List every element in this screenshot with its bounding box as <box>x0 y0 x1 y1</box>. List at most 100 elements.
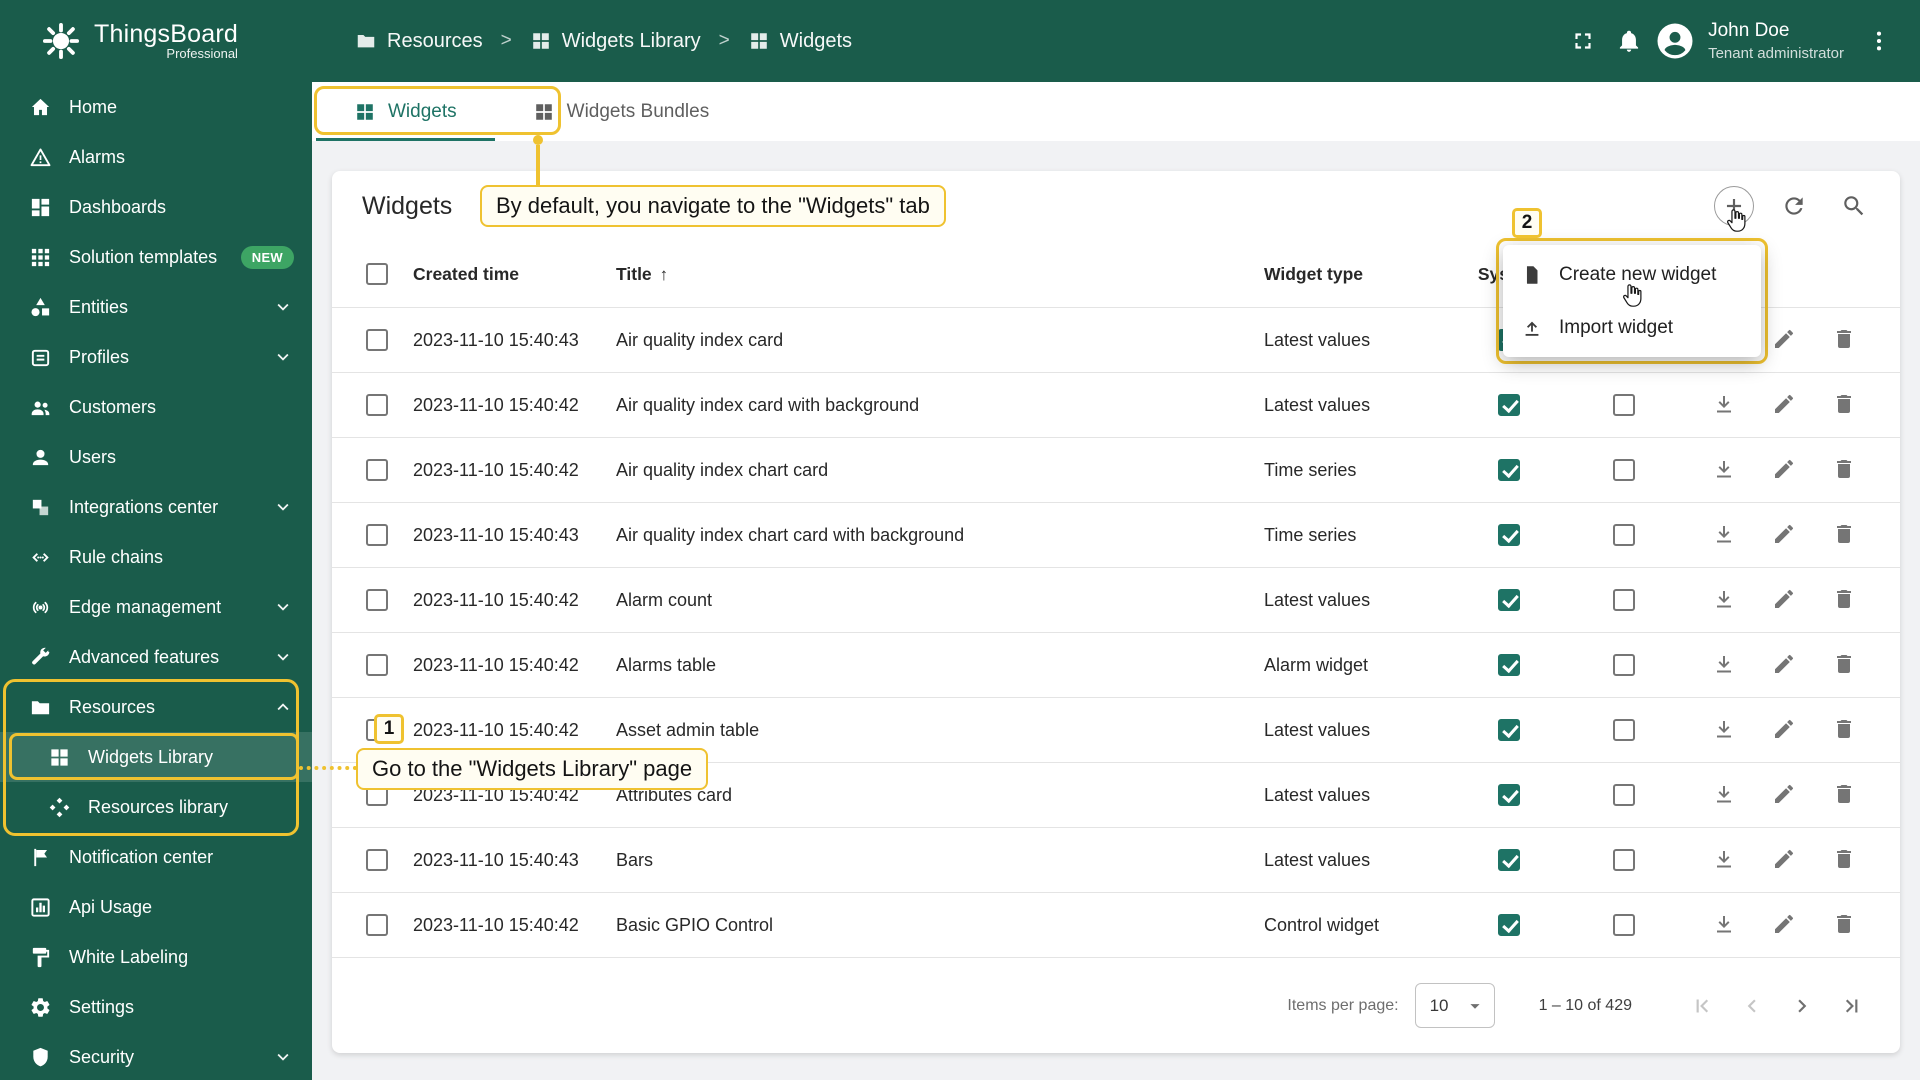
system-checkbox[interactable] <box>1498 394 1520 416</box>
sidebar-item-notification-center[interactable]: Notification center <box>0 832 312 882</box>
sidebar-item-alarms[interactable]: Alarms <box>0 132 312 182</box>
system-checkbox[interactable] <box>1498 914 1520 936</box>
edit-widget-button[interactable] <box>1772 327 1796 354</box>
edit-widget-button[interactable] <box>1772 782 1796 809</box>
download-widget-button[interactable] <box>1712 782 1736 809</box>
deprecated-checkbox[interactable] <box>1613 654 1635 676</box>
edit-widget-button[interactable] <box>1772 522 1796 549</box>
row-checkbox[interactable] <box>366 849 388 871</box>
system-checkbox[interactable] <box>1498 589 1520 611</box>
fullscreen-button[interactable] <box>1560 18 1606 64</box>
system-checkbox[interactable] <box>1498 849 1520 871</box>
brand-logo[interactable]: ThingsBoard Professional <box>0 0 312 82</box>
select-all-checkbox[interactable] <box>366 263 388 285</box>
sidebar-item-customers[interactable]: Customers <box>0 382 312 432</box>
breadcrumb-resources[interactable]: Resources <box>355 30 483 53</box>
delete-widget-button[interactable] <box>1832 912 1856 939</box>
download-widget-button[interactable] <box>1712 847 1736 874</box>
sidebar-item-white-labeling[interactable]: White Labeling <box>0 932 312 982</box>
row-checkbox[interactable] <box>366 524 388 546</box>
sidebar-item-home[interactable]: Home <box>0 82 312 132</box>
delete-widget-button[interactable] <box>1832 652 1856 679</box>
sidebar-item-profiles[interactable]: Profiles <box>0 332 312 382</box>
sidebar-item-integrations-center[interactable]: Integrations center <box>0 482 312 532</box>
row-checkbox[interactable] <box>366 654 388 676</box>
refresh-button[interactable] <box>1774 186 1814 226</box>
sidebar-item-advanced-features[interactable]: Advanced features <box>0 632 312 682</box>
download-widget-button[interactable] <box>1712 587 1736 614</box>
sidebar-item-settings[interactable]: Settings <box>0 982 312 1032</box>
deprecated-checkbox[interactable] <box>1613 589 1635 611</box>
system-checkbox[interactable] <box>1498 784 1520 806</box>
tab-widgets[interactable]: Widgets <box>316 82 495 141</box>
menu-item-import-widget[interactable]: Import widget <box>1503 301 1761 354</box>
table-row[interactable]: 2023-11-10 15:40:43 Bars Latest values <box>332 828 1900 893</box>
previous-page-button[interactable] <box>1730 984 1774 1028</box>
tab-widgets-bundles[interactable]: Widgets Bundles <box>495 82 748 141</box>
items-per-page-select[interactable]: 10 <box>1414 983 1495 1028</box>
deprecated-checkbox[interactable] <box>1613 784 1635 806</box>
sidebar-item-users[interactable]: Users <box>0 432 312 482</box>
column-widget-type[interactable]: Widget type <box>1264 264 1464 285</box>
deprecated-checkbox[interactable] <box>1613 459 1635 481</box>
column-title[interactable]: Title ↑ <box>616 264 1264 285</box>
delete-widget-button[interactable] <box>1832 782 1856 809</box>
table-row[interactable]: 2023-11-10 15:40:42 Alarms table Alarm wid… <box>332 633 1900 698</box>
notifications-button[interactable] <box>1606 18 1652 64</box>
delete-widget-button[interactable] <box>1832 717 1856 744</box>
sidebar-item-dashboards[interactable]: Dashboards <box>0 182 312 232</box>
sidebar-item-rule-chains[interactable]: Rule chains <box>0 532 312 582</box>
sidebar-item-entities[interactable]: Entities <box>0 282 312 332</box>
row-checkbox[interactable] <box>366 329 388 351</box>
download-widget-button[interactable] <box>1712 717 1736 744</box>
deprecated-checkbox[interactable] <box>1613 524 1635 546</box>
sidebar-item-api-usage[interactable]: Api Usage <box>0 882 312 932</box>
edit-widget-button[interactable] <box>1772 847 1796 874</box>
first-page-button[interactable] <box>1680 984 1724 1028</box>
row-checkbox[interactable] <box>366 914 388 936</box>
delete-widget-button[interactable] <box>1832 522 1856 549</box>
table-row[interactable]: 2023-11-10 15:40:42 Alarm count Latest val… <box>332 568 1900 633</box>
add-widget-button[interactable] <box>1714 186 1754 226</box>
system-checkbox[interactable] <box>1498 654 1520 676</box>
next-page-button[interactable] <box>1780 984 1824 1028</box>
delete-widget-button[interactable] <box>1832 392 1856 419</box>
download-widget-button[interactable] <box>1712 457 1736 484</box>
delete-widget-button[interactable] <box>1832 327 1856 354</box>
edit-widget-button[interactable] <box>1772 912 1796 939</box>
deprecated-checkbox[interactable] <box>1613 394 1635 416</box>
deprecated-checkbox[interactable] <box>1613 849 1635 871</box>
sidebar-item-edge-management[interactable]: Edge management <box>0 582 312 632</box>
row-checkbox[interactable] <box>366 459 388 481</box>
system-checkbox[interactable] <box>1498 524 1520 546</box>
download-widget-button[interactable] <box>1712 522 1736 549</box>
breadcrumb-widgets-library[interactable]: Widgets Library <box>530 30 701 53</box>
download-widget-button[interactable] <box>1712 912 1736 939</box>
system-checkbox[interactable] <box>1498 719 1520 741</box>
avatar[interactable] <box>1652 18 1698 64</box>
deprecated-checkbox[interactable] <box>1613 914 1635 936</box>
sidebar-item-resources[interactable]: Resources <box>0 682 312 732</box>
download-widget-button[interactable] <box>1712 652 1736 679</box>
table-row[interactable]: 2023-11-10 15:40:42 Air quality index car… <box>332 373 1900 438</box>
sidebar-item-solution-templates[interactable]: Solution templates NEW <box>0 232 312 282</box>
download-widget-button[interactable] <box>1712 392 1736 419</box>
edit-widget-button[interactable] <box>1772 717 1796 744</box>
last-page-button[interactable] <box>1830 984 1874 1028</box>
row-checkbox[interactable] <box>366 589 388 611</box>
delete-widget-button[interactable] <box>1832 457 1856 484</box>
sidebar-item-widgets-library[interactable]: Widgets Library <box>0 732 312 782</box>
edit-widget-button[interactable] <box>1772 587 1796 614</box>
search-button[interactable] <box>1834 186 1874 226</box>
table-row[interactable]: 2023-11-10 15:40:42 Air quality index cha… <box>332 438 1900 503</box>
sidebar-item-resources-library[interactable]: Resources library <box>0 782 312 832</box>
edit-widget-button[interactable] <box>1772 457 1796 484</box>
delete-widget-button[interactable] <box>1832 587 1856 614</box>
edit-widget-button[interactable] <box>1772 392 1796 419</box>
row-checkbox[interactable] <box>366 394 388 416</box>
table-row[interactable]: 2023-11-10 15:40:42 Basic GPIO Control Con… <box>332 893 1900 958</box>
breadcrumb-widgets[interactable]: Widgets <box>748 30 852 53</box>
delete-widget-button[interactable] <box>1832 847 1856 874</box>
sidebar-item-security[interactable]: Security <box>0 1032 312 1080</box>
edit-widget-button[interactable] <box>1772 652 1796 679</box>
